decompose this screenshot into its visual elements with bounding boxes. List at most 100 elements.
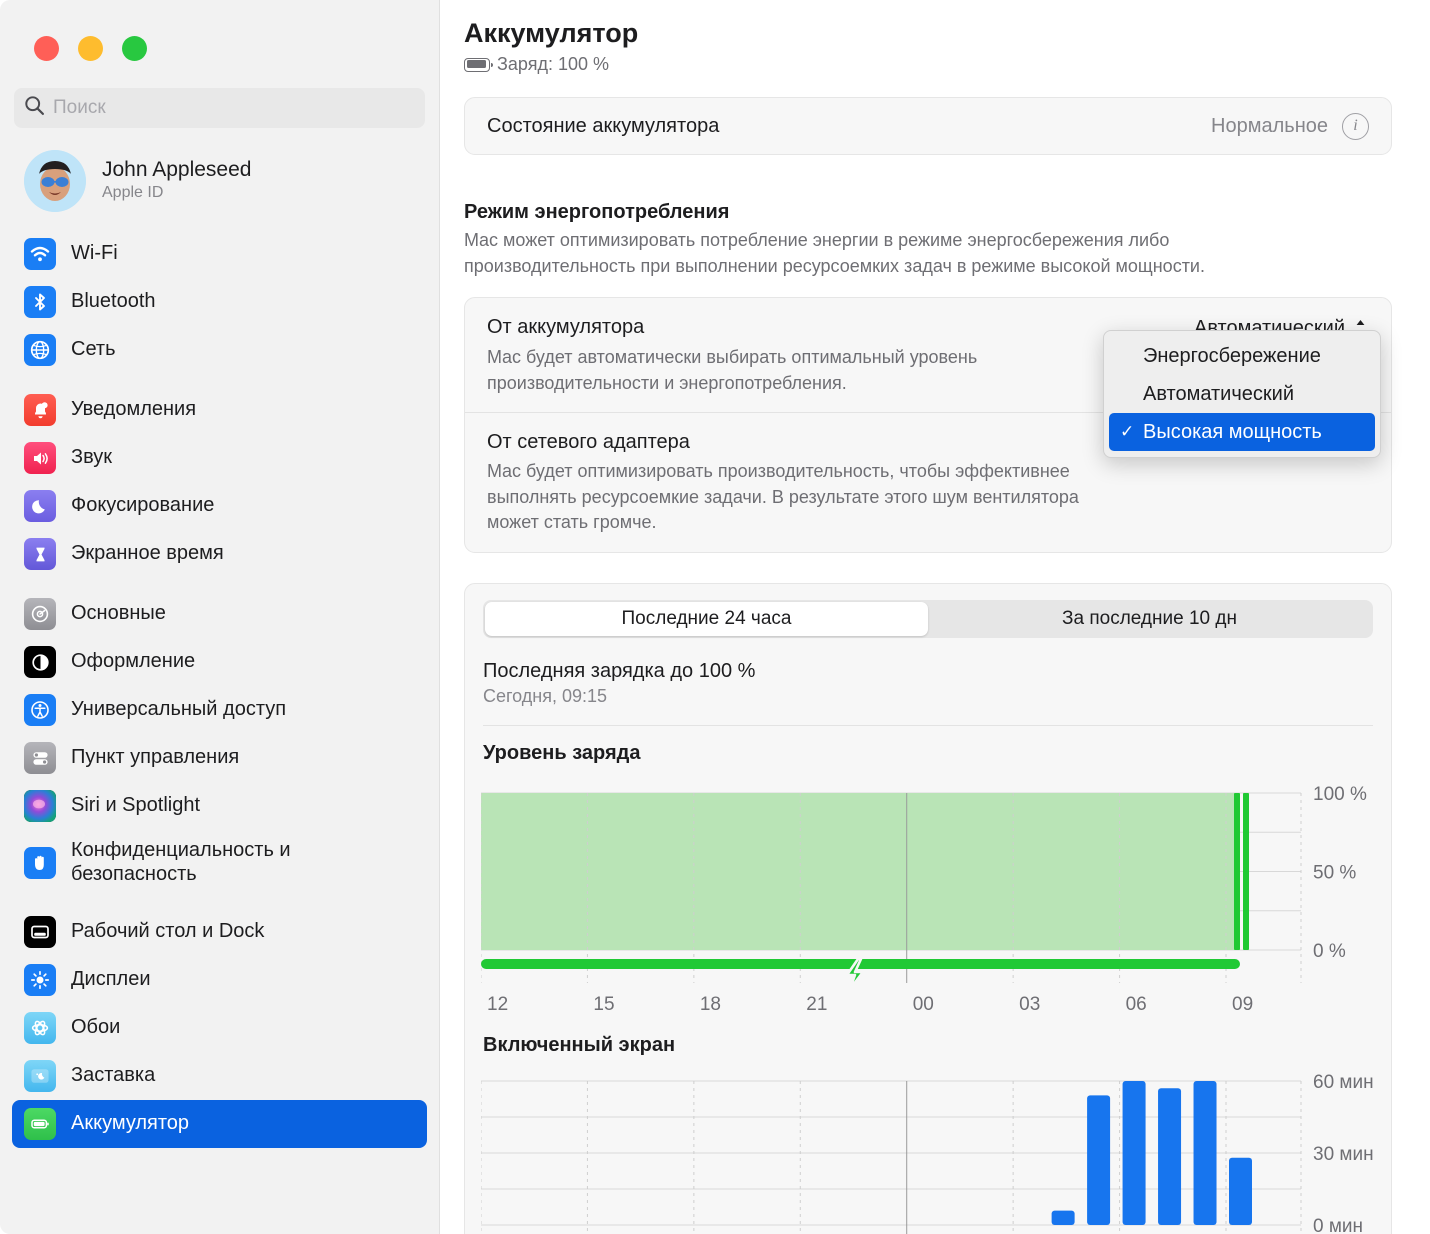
desktop-dock-icon [24,916,56,948]
sidebar-item-label: Wi-Fi [71,242,118,265]
tab-last-10-days[interactable]: За последние 10 дн [928,602,1371,636]
dropdown-option-label: Энергосбережение [1143,344,1321,367]
nav-group-system: Уведомления Звук Фокусирование Экранное … [12,386,427,578]
globe-icon [24,334,56,366]
sidebar-item-label: Заставка [71,1064,156,1087]
sidebar-item-screen-time[interactable]: Экранное время [12,530,427,578]
battery-health-right: Нормальное i [1211,112,1369,140]
usage-divider [483,724,1373,726]
tab-last-24-hours[interactable]: Последние 24 часа [485,601,928,636]
battery-full-icon [464,57,493,72]
sidebar-item-wifi[interactable]: Wi-Fi [12,230,427,278]
dropdown-option-high-power[interactable]: ✓ Высокая мощность [1109,413,1375,452]
sidebar-item-focus[interactable]: Фокусирование [12,482,427,530]
wallpaper-icon [24,1012,56,1044]
speaker-icon [24,442,56,474]
sidebar-item-label: Универсальный доступ [71,698,287,721]
tab-label: Последние 24 часа [621,607,792,629]
power-mode-adapter-label: От сетевого адаптера [487,431,690,454]
sidebar-item-screensaver[interactable]: Заставка [12,1052,427,1100]
power-mode-title: Режим энергопотребления [464,201,730,223]
sidebar-item-appearance[interactable]: Оформление [12,638,427,686]
sidebar-item-sound[interactable]: Звук [12,434,427,482]
gear-icon [24,598,56,630]
control-center-icon [24,742,56,774]
power-mode-header: Режим энергопотребления Mac может оптими… [464,201,1392,279]
bell-icon [24,394,56,426]
svg-text:30 мин: 30 мин [1313,1144,1374,1165]
minimize-button[interactable] [78,36,103,61]
hand-privacy-icon [24,847,56,879]
battery-icon [24,1108,56,1140]
sidebar-item-label: Сеть [71,338,116,361]
avatar [24,150,86,212]
power-mode-description: Mac может оптимизировать потребление эне… [464,230,1205,276]
hourglass-icon [24,538,56,570]
svg-text:100 %: 100 % [1313,784,1367,805]
sidebar-item-siri-spotlight[interactable]: Siri и Spotlight [12,782,427,830]
power-mode-battery-description: Mac будет автоматически выбирать оптимал… [487,347,978,393]
account-subtitle: Apple ID [102,184,164,202]
dropdown-option-label: Высокая мощность [1143,420,1322,443]
dropdown-option-low-power[interactable]: Энергосбережение [1109,337,1375,375]
dropdown-option-label: Автоматический [1143,382,1294,405]
power-mode-adapter-description: Mac будет оптимизировать производительно… [487,461,1079,533]
appearance-icon [24,646,56,678]
svg-text:0 мин: 0 мин [1313,1216,1363,1234]
sidebar-item-battery[interactable]: Аккумулятор [12,1100,427,1148]
sidebar-item-label: Аккумулятор [71,1112,190,1135]
sidebar-item-control-center[interactable]: Пункт управления [12,734,427,782]
close-button[interactable] [34,36,59,61]
sidebar-item-wallpaper[interactable]: Обои [12,1004,427,1052]
battery-level-chart-title: Уровень заряда [483,741,641,764]
svg-text:12: 12 [487,994,508,1015]
usage-history-card: Последние 24 часа За последние 10 дн Пос… [464,582,1392,1234]
search-field[interactable] [14,88,425,128]
info-icon[interactable]: i [1342,112,1369,140]
checkmark-icon: ✓ [1120,422,1135,442]
battery-health-value: Нормальное [1211,114,1328,137]
charge-status-text: Заряд: 100 % [497,54,609,74]
svg-text:60 мин: 60 мин [1313,1072,1374,1093]
sidebar-item-label: Дисплеи [71,968,151,991]
moon-icon [24,490,56,522]
tab-label: За последние 10 дн [1062,607,1237,629]
page-title: Аккумулятор [464,18,639,48]
battery-health-row[interactable]: Состояние аккумулятора Нормальное i [465,98,1391,154]
sidebar-item-network[interactable]: Сеть [12,326,427,374]
search-icon [24,95,45,121]
sidebar-item-label: Пункт управления [71,746,240,769]
screensaver-icon [24,1060,56,1092]
bluetooth-icon [24,286,56,318]
svg-text:15: 15 [593,994,614,1015]
search-input[interactable] [53,97,415,119]
screen-on-chart-title: Включенный экран [483,1033,676,1056]
sidebar-item-desktop-dock[interactable]: Рабочий стол и Dock [12,908,427,956]
display-brightness-icon [24,964,56,996]
power-mode-dropdown-menu[interactable]: Энергосбережение Автоматический ✓ Высока… [1103,330,1381,459]
zoom-button[interactable] [122,36,147,61]
sidebar-item-bluetooth[interactable]: Bluetooth [12,278,427,326]
svg-text:06: 06 [1126,994,1147,1015]
sidebar-item-label: Основные [71,602,166,625]
dropdown-option-automatic[interactable]: Автоматический [1109,375,1375,413]
apple-id-account-row[interactable]: John Appleseed Apple ID [24,150,439,212]
power-mode-battery-label: От аккумулятора [487,316,645,339]
sidebar-item-label: Уведомления [71,398,197,421]
power-mode-card: От аккумулятора Автоматический Mac будет… [464,297,1392,553]
sidebar-item-label: Siri и Spotlight [71,794,201,817]
sidebar-item-notifications[interactable]: Уведомления [12,386,427,434]
sidebar-item-privacy-security[interactable]: Конфиденциальность и безопасность [12,830,427,896]
screen-on-chart: 60 мин30 мин0 мин1215182100030609 [465,1067,1391,1234]
sidebar-item-label: Оформление [71,650,196,673]
nav-group-general: Основные Оформление Универсальный доступ… [12,590,427,896]
charge-status-row: Заряд: 100 % [464,54,1392,75]
sidebar-item-displays[interactable]: Дисплеи [12,956,427,1004]
battery-health-card: Состояние аккумулятора Нормальное i [464,97,1392,155]
account-text: John Appleseed Apple ID [102,158,251,204]
window-controls [0,0,439,61]
sidebar-item-accessibility[interactable]: Универсальный доступ [12,686,427,734]
accessibility-icon [24,694,56,726]
sidebar-item-general[interactable]: Основные [12,590,427,638]
sidebar-item-label: Фокусирование [71,494,215,517]
